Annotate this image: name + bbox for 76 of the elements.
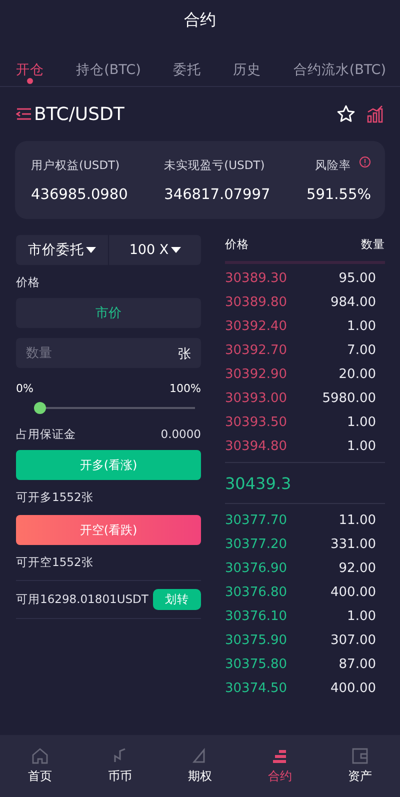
caret-icon <box>86 246 96 254</box>
tab[interactable]: 合约流水(BTC) <box>293 40 386 86</box>
slider-max-label: 100% <box>170 382 201 395</box>
bar-chart-icon[interactable] <box>366 105 384 123</box>
stat-label: 风险率 <box>314 158 351 172</box>
order-type-dropdown[interactable]: 市价委托 <box>16 235 108 265</box>
tab[interactable]: 持仓(BTC) <box>76 40 141 86</box>
stat-value: 436985.0980 <box>31 186 128 202</box>
ask-price[interactable]: 30389.30 <box>225 270 288 286</box>
nav-item[interactable]: 首页 <box>10 746 70 786</box>
bid-price[interactable]: 30377.20 <box>225 536 288 552</box>
nav-item[interactable]: 资产 <box>330 746 390 786</box>
tab[interactable]: 开仓 <box>16 40 44 86</box>
unit-label: 张 <box>178 346 191 363</box>
leverage-dropdown[interactable]: 100 X <box>108 235 201 265</box>
bid-price[interactable]: 30374.50 <box>225 680 288 696</box>
wallet-icon <box>351 747 369 765</box>
ask-quantity: 1.00 <box>347 414 376 430</box>
bid-quantity: 307.00 <box>330 632 376 648</box>
ask-quantity: 7.00 <box>347 342 376 358</box>
ask-quantity: 20.00 <box>338 366 376 382</box>
bid-quantity: 87.00 <box>338 656 376 672</box>
page-title: 合约 <box>184 10 216 30</box>
available-long-text: 可开多1552张 <box>16 490 94 505</box>
caret-icon <box>170 246 181 254</box>
bid-price[interactable]: 30375.80 <box>225 656 288 672</box>
slider-min-label: 0% <box>16 382 34 395</box>
pair-symbol: BTC/USDT <box>34 104 124 124</box>
ask-price[interactable]: 30394.80 <box>225 438 288 454</box>
margin-label: 占用保证金 <box>16 427 76 442</box>
tab[interactable]: 历史 <box>233 40 262 86</box>
stat-value: 346817.07997 <box>164 186 270 202</box>
ask-price[interactable]: 30392.90 <box>225 366 288 382</box>
ask-price[interactable]: 30392.40 <box>225 318 288 334</box>
home-icon <box>31 747 49 765</box>
menu-icon[interactable] <box>16 107 32 121</box>
bid-quantity: 331.00 <box>330 536 376 552</box>
info-icon[interactable] <box>358 156 371 168</box>
price-field[interactable]: 市价 <box>16 298 201 328</box>
slider-thumb[interactable] <box>34 402 46 414</box>
stat-label: 未实现盈亏(USDT) <box>164 158 265 172</box>
bid-quantity: 11.00 <box>338 512 376 528</box>
bid-price[interactable]: 30375.90 <box>225 632 288 648</box>
nav-item[interactable]: 期权 <box>170 746 230 786</box>
ask-quantity: 1.00 <box>347 438 376 454</box>
margin-value: 0.0000 <box>160 427 201 442</box>
nav-item[interactable]: 币币 <box>90 746 150 786</box>
bid-price[interactable]: 30376.10 <box>225 608 288 624</box>
bid-quantity: 1.00 <box>347 608 376 624</box>
bid-price[interactable]: 30376.90 <box>225 560 288 576</box>
stat-value: 591.55% <box>306 186 371 202</box>
bars-icon <box>271 747 289 765</box>
star-icon[interactable] <box>336 104 356 124</box>
ask-quantity: 1.00 <box>347 318 376 334</box>
bid-quantity: 400.00 <box>330 584 376 600</box>
ask-quantity: 5980.00 <box>322 390 376 406</box>
ask-quantity: 95.00 <box>338 270 376 286</box>
bid-price[interactable]: 30377.70 <box>225 512 288 528</box>
column-header: 价格 <box>225 237 249 252</box>
available-balance: 可用16298.01801USDT <box>16 592 148 607</box>
bid-quantity: 92.00 <box>338 560 376 576</box>
ask-quantity: 984.00 <box>330 294 376 310</box>
nav-item[interactable]: 合约 <box>250 746 310 786</box>
last-price: 30439.3 <box>225 474 292 492</box>
stat-label: 用户权益(USDT) <box>31 158 120 172</box>
ask-price[interactable]: 30393.00 <box>225 390 288 406</box>
ask-price[interactable]: 30389.80 <box>225 294 288 310</box>
tab[interactable]: 委托 <box>173 40 201 86</box>
open-short-button[interactable]: 开空(看跌) <box>16 515 201 545</box>
field-label: 价格 <box>16 275 41 290</box>
bid-quantity: 400.00 <box>330 680 376 696</box>
ask-price[interactable]: 30392.70 <box>225 342 288 358</box>
column-header: 数量 <box>361 237 385 252</box>
available-short-text: 可开空1552张 <box>16 555 94 570</box>
ask-price[interactable]: 30393.50 <box>225 414 288 430</box>
bid-price[interactable]: 30376.80 <box>225 584 288 600</box>
